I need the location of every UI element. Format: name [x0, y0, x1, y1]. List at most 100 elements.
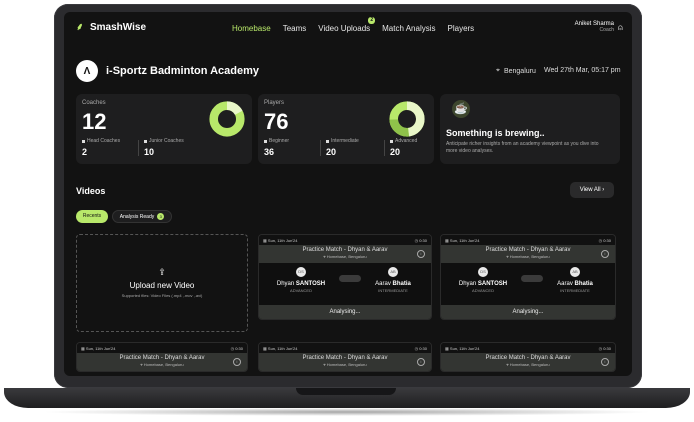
video-title: Practice Match - Dhyan & Aarav	[302, 247, 388, 253]
video-card[interactable]: ▦ Sun, 11th Jun'24 ◷ 0:30 Practice Match…	[76, 342, 248, 372]
tab-recents[interactable]: Recents	[76, 210, 108, 223]
legend-square-icon	[82, 139, 85, 143]
video-date: ▦ Sun, 11th Jun'24	[81, 346, 116, 351]
tab-analysis-ready[interactable]: Analysis Ready 3	[112, 210, 172, 223]
player-two-level: INTERMEDIATE	[378, 288, 408, 293]
video-card-title-bar: Practice Match - Dhyan & Aarav ⌖ Homebas…	[259, 245, 431, 263]
calendar-icon: ▦	[81, 345, 85, 351]
video-duration: ◷ 0:30	[231, 346, 243, 351]
nav-video-uploads[interactable]: Video Uploads 2	[318, 17, 376, 33]
info-icon[interactable]: i	[417, 250, 425, 258]
video-duration: ◷ 0:30	[599, 238, 611, 243]
video-venue: ⌖ Homebase, Bengaluru	[441, 254, 615, 259]
legend-square-icon	[390, 139, 393, 143]
video-date: ▦ Sun, 11th Jun'24	[263, 346, 298, 351]
video-card-title-bar: Practice Match - Dhyan & Aarav ⌖ Homebas…	[441, 245, 615, 263]
video-duration-text: 0:30	[235, 345, 243, 351]
location-pin-icon: ⌖	[140, 362, 143, 367]
versus-pill	[339, 275, 361, 282]
player-two-name: Aarav Bhatia	[363, 281, 423, 287]
info-icon[interactable]: i	[601, 250, 609, 258]
divider	[320, 140, 321, 156]
clock-icon: ◷	[414, 345, 419, 351]
video-card[interactable]: ▦ Sun, 11th Jun'24 ◷ 0:30 Practice Match…	[440, 234, 616, 320]
laptop-shadow	[40, 408, 654, 416]
upload-title: Upload new Video	[129, 281, 195, 290]
info-icon[interactable]: i	[601, 358, 609, 366]
clock-icon: ◷	[598, 345, 603, 351]
clock-icon: ◷	[230, 345, 235, 351]
user-icon[interactable]: ⍝	[618, 24, 626, 32]
legend-square-icon	[144, 139, 147, 143]
player-two-first: Aarav	[375, 281, 391, 287]
coaches-donut	[209, 101, 245, 137]
video-duration-text: 0:30	[603, 345, 611, 351]
chevron-right-icon: ›	[602, 187, 605, 193]
calendar-icon: ▦	[263, 237, 267, 243]
nav-video-uploads-label: Video Uploads	[318, 24, 371, 33]
info-icon[interactable]: i	[417, 358, 425, 366]
video-card[interactable]: ▦ Sun, 11th Jun'24 ◷ 0:30 Practice Match…	[440, 342, 616, 372]
video-card[interactable]: ▦ Sun, 11th Jun'24 ◷ 0:30 Practice Match…	[258, 342, 432, 372]
video-date-text: Sun, 11th Jun'24	[449, 345, 480, 351]
view-all-button[interactable]: View All ›	[570, 182, 614, 198]
avatar: AB	[570, 267, 580, 277]
advanced-value: 20	[390, 147, 401, 157]
brewing-text: Anticipate richer insights from an acade…	[446, 141, 599, 154]
app-screen: ⸙ SmashWise Homebase Teams Video Uploads…	[64, 12, 632, 376]
player-one-name: Dhyan SANTOSH	[271, 281, 331, 287]
beginner-label-text: Beginner	[269, 138, 290, 144]
player-one-level: ADVANCED	[290, 288, 312, 293]
video-card[interactable]: ▦ Sun, 11th Jun'24 ◷ 0:30 Practice Match…	[258, 234, 432, 320]
head-coaches-label-text: Head Coaches	[87, 138, 121, 144]
video-date: ▦ Sun, 11th Jun'24	[445, 346, 480, 351]
location-pin-icon: ⌖	[496, 67, 500, 74]
junior-coaches-label-text: Junior Coaches	[149, 138, 184, 144]
video-duration-text: 0:30	[419, 237, 427, 243]
match-players: DS Dhyan SANTOSH ADVANCED AB Aarav Bhati…	[259, 263, 431, 305]
upload-dropzone[interactable]: ⇪ Upload new Video Supported files: Vide…	[76, 234, 248, 332]
player-one: DS Dhyan SANTOSH ADVANCED	[453, 267, 513, 293]
upload-supported-files: Supported files: Video Files (.mp4 ,.mov…	[121, 293, 203, 298]
brewing-title: Something is brewing..	[446, 128, 545, 138]
nav-teams[interactable]: Teams	[283, 24, 307, 33]
player-one-last: SANTOSH	[477, 281, 508, 287]
player-two-last: Bhatia	[574, 281, 593, 287]
player-one-first: Dhyan	[458, 281, 477, 287]
nav-match-analysis[interactable]: Match Analysis	[382, 24, 435, 33]
player-two: AB Aarav Bhatia INTERMEDIATE	[545, 267, 605, 293]
video-duration: ◷ 0:30	[599, 346, 611, 351]
coaches-label: Coaches	[82, 100, 106, 106]
location-pin-icon: ⌖	[323, 362, 326, 367]
player-two-first: Aarav	[557, 281, 573, 287]
video-title: Practice Match - Dhyan & Aarav	[302, 355, 388, 361]
video-venue-text: Homebase, Bengaluru	[326, 254, 367, 259]
video-date-text: Sun, 11th Jun'24	[267, 237, 298, 243]
players-label: Players	[264, 100, 285, 106]
advanced-label: Advanced	[390, 138, 417, 144]
laptop-notch	[296, 388, 396, 395]
avatar: AB	[388, 267, 398, 277]
nav-homebase[interactable]: Homebase	[232, 24, 271, 33]
video-duration: ◷ 0:30	[415, 346, 427, 351]
intermediate-label: Intermediate	[326, 138, 359, 144]
player-two-name: Aarav Bhatia	[545, 281, 605, 287]
brewing-card: ☕ Something is brewing.. Anticipate rich…	[440, 94, 620, 164]
nav-players[interactable]: Players	[448, 24, 475, 33]
calendar-icon: ▦	[445, 345, 449, 351]
players-donut	[389, 101, 425, 137]
location-pin-icon: ⌖	[506, 254, 509, 259]
top-nav: ⸙ SmashWise Homebase Teams Video Uploads…	[64, 12, 632, 46]
app-logo[interactable]: ⸙ SmashWise	[76, 22, 146, 33]
user-info[interactable]: Aniket Sharma Coach	[575, 21, 614, 33]
upload-icon: ⇪	[158, 267, 166, 277]
intermediate-label-text: Intermediate	[331, 138, 359, 144]
info-icon[interactable]: i	[233, 358, 241, 366]
calendar-icon: ▦	[445, 237, 449, 243]
shuttlecock-icon: ⸙	[76, 21, 84, 33]
current-datetime: Wed 27th Mar, 05:17 pm	[544, 67, 621, 74]
intermediate-value: 20	[326, 147, 337, 157]
view-all-label: View All	[579, 187, 601, 193]
video-venue-text: Homebase, Bengaluru	[326, 362, 367, 367]
analysis-status: Analysing...	[441, 305, 615, 319]
